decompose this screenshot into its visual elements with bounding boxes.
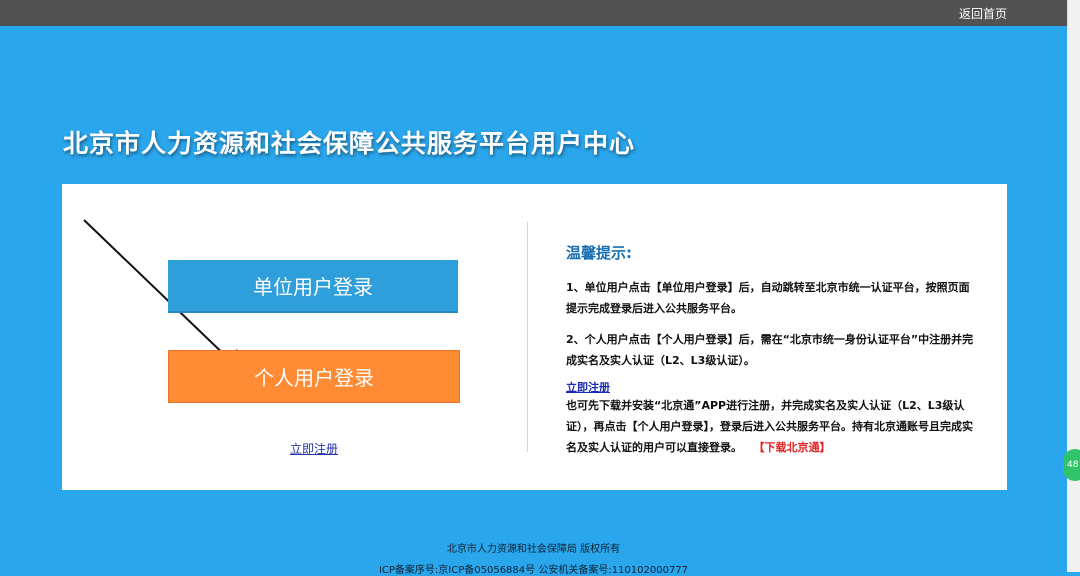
side-float-widget[interactable]: 48 [1063,449,1080,481]
top-bar: 返回首页 [0,0,1068,26]
window-scrollbar[interactable] [1067,0,1080,572]
unit-login-button[interactable]: 单位用户登录 [168,260,458,313]
person-login-button[interactable]: 个人用户登录 [168,350,460,403]
tip-beijingtong: 也可先下载并安装“北京通”APP进行注册，并完成实名及实人认证（L2、L3级认证… [566,395,976,458]
page-title: 北京市人力资源和社会保障公共服务平台用户中心 [63,129,636,158]
tips-register-link[interactable]: 立即注册 [566,379,976,395]
tips-heading: 温馨提示: [566,244,632,262]
download-beijingtong-link[interactable]: 【下载北京通】 [754,441,831,454]
side-widget-label: 48 [1067,460,1079,470]
tip-person-login: 2、个人用户点击【个人用户登录】后，需在“北京市统一身份认证平台”中注册并完成实… [566,333,974,367]
tips-section: 温馨提示: 1、单位用户点击【单位用户登录】后，自动跳转至北京市统一认证平台，按… [566,242,976,468]
footer-copyright: 北京市人力资源和社会保障局 版权所有 [446,544,621,555]
return-home-link[interactable]: 返回首页 [959,5,1007,22]
register-link[interactable]: 立即注册 [290,440,338,457]
panel-divider [527,222,528,452]
footer-icp: ICP备案序号:京ICP备05056884号 公安机关备案号:110102000… [378,565,689,576]
login-panel: 单位用户登录 个人用户登录 立即注册 温馨提示: 1、单位用户点击【单位用户登录… [62,184,1007,490]
tip-unit-login: 1、单位用户点击【单位用户登录】后，自动跳转至北京市统一认证平台，按照页面提示完… [566,281,970,315]
